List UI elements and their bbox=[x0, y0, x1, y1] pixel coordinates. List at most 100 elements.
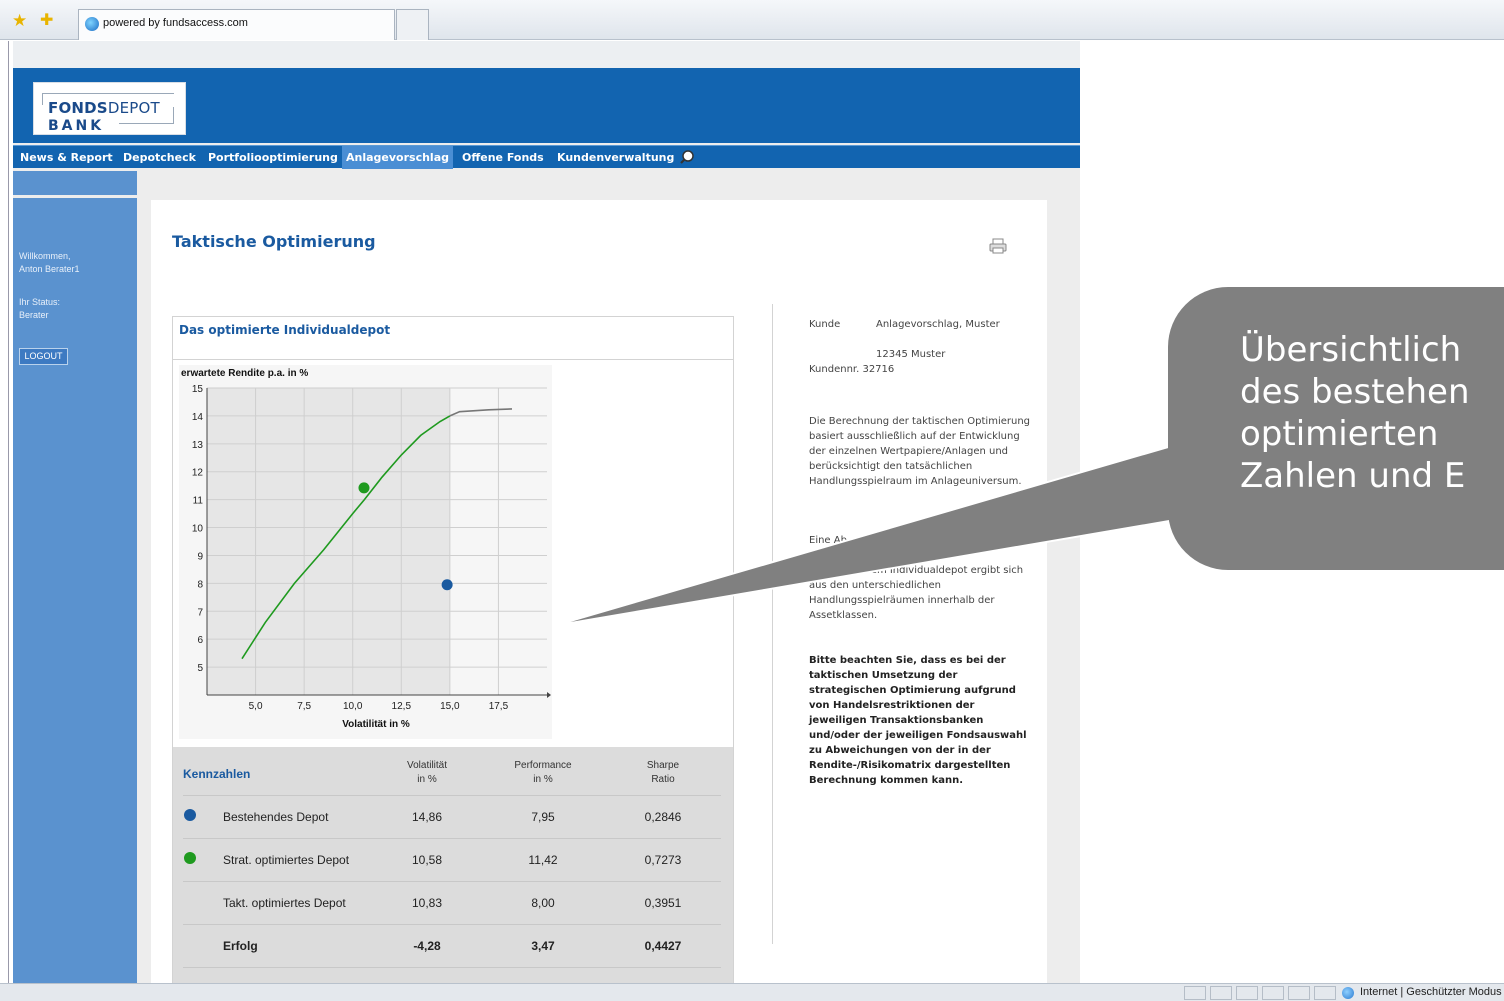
new-tab-button[interactable] bbox=[396, 9, 429, 40]
browser-tab-bar: ★ ✚ powered by fundsaccess.com bbox=[0, 0, 1504, 40]
chart-y-tick-label: 6 bbox=[197, 635, 203, 646]
customer-info-column: Kunde Anlagevorschlag, Muster 12345 Must… bbox=[772, 304, 1044, 944]
ie-globe-icon bbox=[85, 17, 99, 31]
info-paragraph-2: und taktischem Individualdepot ergibt si… bbox=[809, 565, 1024, 621]
header-line: in % bbox=[533, 774, 553, 785]
status-cell bbox=[1236, 986, 1258, 1000]
browser-status-bar: Internet | Geschützter Modus bbox=[0, 983, 1504, 1001]
info-warning: Bitte beachten Sie, dass es bei der takt… bbox=[809, 655, 1027, 786]
logout-button[interactable]: LOGOUT bbox=[19, 348, 68, 365]
status-cell bbox=[1184, 986, 1206, 1000]
kunde-value: Anlagevorschlag, Muster bbox=[876, 319, 1000, 330]
callout-line: optimierten bbox=[1240, 414, 1439, 454]
add-favorite-icon[interactable]: ✚ bbox=[40, 12, 53, 29]
security-zone-text[interactable]: Internet | Geschützter Modus bbox=[1360, 986, 1502, 998]
site-header: FONDSDEPOT BANK bbox=[13, 68, 1080, 143]
fondsdepot-bank-logo[interactable]: FONDSDEPOT BANK bbox=[33, 82, 186, 135]
internet-zone-icon bbox=[1342, 987, 1354, 999]
chart-y-tick-label: 13 bbox=[192, 440, 204, 451]
logo-frame-line bbox=[42, 93, 174, 94]
browser-tab[interactable]: powered by fundsaccess.com bbox=[78, 9, 395, 40]
row-marker-blue bbox=[184, 809, 196, 821]
kunde-label: Kunde bbox=[809, 319, 841, 330]
row-divider bbox=[183, 881, 721, 882]
info-paragraph-1: Die Berechnung der taktischen Optimierun… bbox=[809, 416, 1031, 487]
row-divider bbox=[183, 838, 721, 839]
chart-shaded-region bbox=[207, 388, 450, 695]
chart-x-tick-label: 15,0 bbox=[440, 701, 460, 712]
kennzahlen-title: Kennzahlen bbox=[183, 767, 251, 781]
status-cell bbox=[1288, 986, 1310, 1000]
nav-portfoliooptimierung[interactable]: Portfoliooptimierung bbox=[204, 146, 342, 169]
header-volatilitaet: Volatilität in % bbox=[387, 759, 467, 787]
row-vol: 10,83 bbox=[411, 896, 443, 910]
status-value: Berater bbox=[19, 310, 49, 320]
user-name: Anton Berater1 bbox=[19, 264, 80, 274]
risk-return-chart: 5 6 7 8 9 10 11 12 13 14 15 5,0 7,5 10,0 12,5 15,0 17,5 … bbox=[179, 365, 552, 739]
chart-y-tick-label: 5 bbox=[197, 663, 203, 674]
panel-divider bbox=[173, 359, 733, 360]
chart-x-tick-label: 5,0 bbox=[249, 701, 263, 712]
nav-kundenverwaltung[interactable]: Kundenverwaltung bbox=[553, 146, 678, 169]
row-perf: 7,95 bbox=[531, 810, 555, 824]
chart-y-tick-label: 12 bbox=[192, 468, 204, 479]
chart-x-tick-label: 17,5 bbox=[489, 701, 509, 712]
row-vol: -4,28 bbox=[413, 939, 441, 953]
logo-frame-line bbox=[42, 93, 43, 105]
kundennummer: Kundennr. 32716 bbox=[809, 364, 895, 375]
row-marker-green bbox=[184, 852, 196, 864]
row-perf: 8,00 bbox=[531, 896, 555, 910]
kennzahlen-table: Kennzahlen Volatilität in % Performance in… bbox=[173, 747, 733, 984]
logo-bank-word: BANK bbox=[48, 118, 105, 134]
chart-x-tick-label: 7,5 bbox=[297, 701, 311, 712]
row-sharpe: 0,7273 bbox=[644, 853, 682, 867]
header-line: in % bbox=[417, 774, 437, 785]
row-sharpe: 0,4427 bbox=[644, 939, 682, 953]
favorites-star-icon[interactable]: ★ bbox=[12, 12, 27, 29]
logo-wordmark: FONDSDEPOT bbox=[48, 99, 160, 117]
chart-point bbox=[441, 579, 453, 591]
header-line: Ratio bbox=[651, 774, 675, 785]
chart-y-tick-label: 8 bbox=[197, 579, 203, 590]
nav-anlagevorschlag[interactable]: Anlagevorschlag bbox=[342, 146, 453, 169]
row-divider bbox=[183, 924, 721, 925]
site-page: FONDSDEPOT BANK News & Report Depotcheck… bbox=[13, 41, 1080, 984]
callout-line: Zahlen und E bbox=[1240, 456, 1466, 496]
chart-y-tick-label: 7 bbox=[197, 607, 203, 618]
row-name: Takt. optimiertes Depot bbox=[223, 896, 346, 910]
logo-frame-line bbox=[119, 123, 174, 124]
chart-y-tick-label: 14 bbox=[192, 412, 204, 423]
row-name: Bestehendes Depot bbox=[223, 810, 329, 824]
nav-offene-fonds[interactable]: Offene Fonds bbox=[458, 146, 548, 169]
sidebar: Willkommen, Anton Berater1 Ihr Status: B… bbox=[13, 198, 137, 983]
optimized-depot-panel: Das optimierte Individualdepot 5 6 7 8 9 10 11… bbox=[172, 316, 734, 984]
header-performance: Performance in % bbox=[503, 759, 583, 787]
search-icon[interactable] bbox=[679, 149, 695, 165]
row-perf: 3,47 bbox=[531, 939, 555, 953]
chart-y-tick-label: 10 bbox=[192, 524, 204, 535]
row-divider bbox=[183, 795, 721, 796]
sidebar-header bbox=[13, 171, 137, 195]
row-sharpe: 0,2846 bbox=[644, 810, 682, 824]
customer-address: 12345 Muster bbox=[876, 349, 946, 360]
row-sharpe: 0,3951 bbox=[644, 896, 682, 910]
logo-frame-line bbox=[173, 107, 174, 123]
chart-x-tick-label: 12,5 bbox=[392, 701, 412, 712]
chart-y-tick-label: 11 bbox=[193, 496, 204, 507]
nav-depotcheck[interactable]: Depotcheck bbox=[119, 146, 200, 169]
callout-text: Übersichtlich des bestehen optimierten Zahl… bbox=[1240, 329, 1470, 497]
status-cell bbox=[1210, 986, 1232, 1000]
row-name-erfolg: Erfolg bbox=[223, 939, 258, 953]
row-vol: 10,58 bbox=[411, 853, 443, 867]
browser-tab-title: powered by fundsaccess.com bbox=[103, 17, 248, 29]
content-card: Taktische Optimierung Das optimierte Ind… bbox=[151, 200, 1047, 984]
nav-news-report[interactable]: News & Report bbox=[16, 146, 117, 169]
status-label: Ihr Status: bbox=[19, 297, 61, 307]
row-name: Strat. optimiertes Depot bbox=[223, 853, 350, 867]
chart-point bbox=[358, 482, 370, 494]
chart-y-axis-label: erwartete Rendite p.a. in % bbox=[181, 368, 308, 379]
callout-line: Übersichtlich bbox=[1240, 330, 1462, 370]
print-icon[interactable] bbox=[989, 238, 1007, 254]
panel-title: Das optimierte Individualdepot bbox=[179, 323, 391, 337]
annotation-callout: Übersichtlich des bestehen optimierten Zahl… bbox=[1168, 287, 1504, 570]
